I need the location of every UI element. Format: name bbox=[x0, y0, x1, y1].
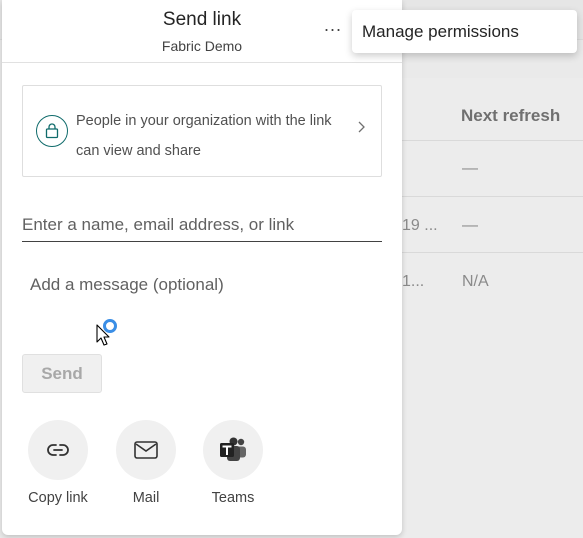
column-header-next-refresh[interactable]: Next refresh bbox=[461, 106, 560, 126]
table-row-divider bbox=[380, 252, 583, 253]
copy-link-button[interactable]: Copy link bbox=[13, 420, 103, 520]
dialog-divider bbox=[2, 62, 402, 63]
send-link-dialog: Send link Fabric Demo ... People in your… bbox=[2, 0, 402, 535]
table-cell-next-refresh: — bbox=[462, 217, 478, 234]
table-cell-truncated: 19 ... bbox=[402, 217, 438, 234]
manage-permissions-menu-item[interactable]: Manage permissions bbox=[362, 22, 519, 42]
recipient-input[interactable] bbox=[22, 208, 382, 242]
more-options-button[interactable]: ... bbox=[320, 16, 346, 38]
link-icon bbox=[28, 420, 88, 480]
send-button[interactable]: Send bbox=[22, 354, 102, 393]
table-cell-next-refresh: — bbox=[462, 160, 478, 177]
lock-icon bbox=[36, 115, 68, 147]
background-table bbox=[380, 78, 583, 538]
link-settings-description: People in your organization with the lin… bbox=[76, 113, 332, 159]
more-options-menu: Manage permissions bbox=[352, 10, 577, 53]
mail-icon bbox=[116, 420, 176, 480]
mail-button[interactable]: Mail bbox=[101, 420, 191, 520]
table-cell-next-refresh: N/A bbox=[462, 273, 489, 290]
table-cell-truncated: 1... bbox=[402, 273, 425, 290]
chevron-right-icon bbox=[358, 121, 365, 133]
link-settings-button[interactable]: People in your organization with the lin… bbox=[22, 85, 382, 177]
table-row-divider bbox=[380, 196, 583, 197]
mail-label: Mail bbox=[132, 490, 160, 506]
teams-label: Teams bbox=[211, 490, 255, 506]
message-input[interactable] bbox=[30, 268, 380, 302]
teams-button[interactable]: Teams bbox=[188, 420, 278, 520]
busy-cursor-icon bbox=[96, 319, 117, 346]
dialog-subtitle: Fabric Demo bbox=[161, 38, 243, 54]
table-row-divider bbox=[380, 140, 583, 141]
teams-icon bbox=[203, 420, 263, 480]
copy-link-label: Copy link bbox=[28, 490, 88, 506]
